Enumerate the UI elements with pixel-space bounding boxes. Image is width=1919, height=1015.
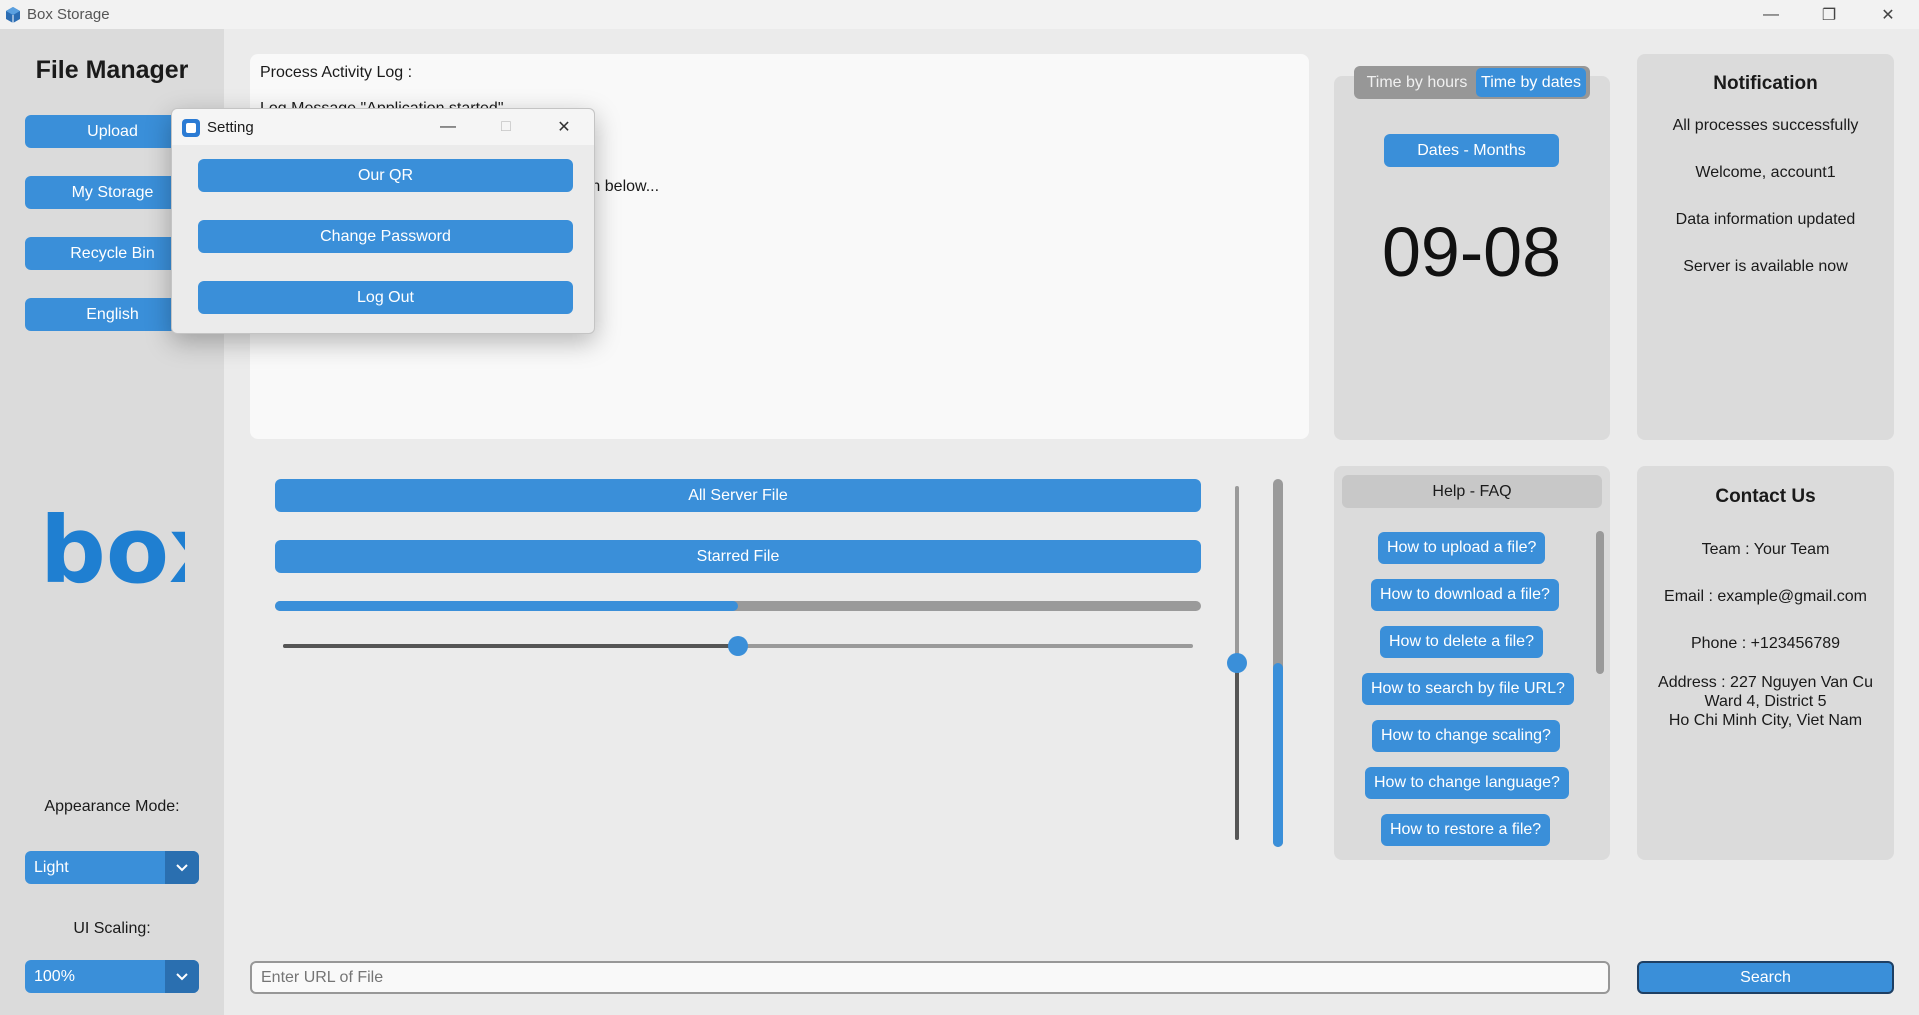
faq-delete-button[interactable]: How to delete a file? xyxy=(1380,626,1543,658)
faq-upload-button[interactable]: How to upload a file? xyxy=(1378,532,1546,564)
notification-item: All processes successfully xyxy=(1672,117,1859,134)
log-title: Process Activity Log : xyxy=(260,64,413,81)
change-password-button[interactable]: Change Password xyxy=(198,220,573,253)
vertical-slider-fill xyxy=(1235,663,1239,840)
contact-phone: Phone : +123456789 xyxy=(1690,635,1841,652)
box-logo: box xyxy=(40,510,185,590)
appearance-mode-label: Appearance Mode: xyxy=(44,798,180,815)
notification-panel xyxy=(1637,54,1894,440)
faq-download-button[interactable]: How to download a file? xyxy=(1371,579,1559,611)
appearance-mode-value: Light xyxy=(34,859,69,876)
faq-scaling-button[interactable]: How to change scaling? xyxy=(1372,720,1560,752)
tab-time-by-hours[interactable]: Time by hours xyxy=(1358,68,1476,97)
sidebar-title: File Manager xyxy=(35,56,189,84)
faq-scrollbar[interactable] xyxy=(1596,531,1604,674)
dialog-title: Setting xyxy=(207,119,254,136)
setting-dialog: Setting — □ ✕ Our QR Change Password Log… xyxy=(171,108,595,334)
faq-language-button[interactable]: How to change language? xyxy=(1365,767,1569,799)
close-icon[interactable]: ✕ xyxy=(1863,2,1913,28)
faq-title: Help - FAQ xyxy=(1342,475,1602,508)
horizontal-slider-handle[interactable] xyxy=(728,636,748,656)
title-bar xyxy=(0,0,1919,29)
dates-months-button[interactable]: Dates - Months xyxy=(1384,134,1559,167)
dialog-close-icon[interactable]: ✕ xyxy=(544,113,584,141)
restore-icon[interactable]: ❐ xyxy=(1804,2,1854,28)
horizontal-slider-fill xyxy=(283,644,738,648)
chevron-down-icon[interactable] xyxy=(165,960,199,993)
box-logo-text: box xyxy=(40,510,185,590)
contact-panel xyxy=(1637,466,1894,860)
contact-team: Team : Your Team xyxy=(1701,541,1830,558)
all-server-file-button[interactable]: All Server File xyxy=(275,479,1201,512)
dialog-maximize-icon: □ xyxy=(501,118,511,135)
contact-title: Contact Us xyxy=(1715,486,1816,507)
ui-scaling-label: UI Scaling: xyxy=(73,920,151,937)
search-button[interactable]: Search xyxy=(1637,961,1894,994)
contact-address-line2: Ward 4, District 5 xyxy=(1704,693,1827,710)
faq-panel xyxy=(1334,466,1610,860)
appearance-mode-dropdown[interactable]: Light xyxy=(25,851,199,884)
notification-title: Notification xyxy=(1713,73,1818,94)
date-display: 09-08 xyxy=(1381,213,1562,291)
box-app-icon xyxy=(6,7,20,23)
tab-time-by-dates[interactable]: Time by dates xyxy=(1476,68,1586,97)
contact-email: Email : example@gmail.com xyxy=(1664,588,1867,605)
vertical-progress-bar-fill xyxy=(1273,663,1283,847)
faq-restore-button[interactable]: How to restore a file? xyxy=(1381,814,1551,846)
our-qr-button[interactable]: Our QR xyxy=(198,159,573,192)
notification-item: Server is available now xyxy=(1683,258,1848,275)
ui-scaling-dropdown[interactable]: 100% xyxy=(25,960,199,993)
dialog-minimize-icon[interactable]: — xyxy=(428,113,468,141)
notification-item: Welcome, account1 xyxy=(1695,164,1836,181)
faq-search-url-button[interactable]: How to search by file URL? xyxy=(1362,673,1574,705)
log-out-button[interactable]: Log Out xyxy=(198,281,573,314)
chevron-down-icon[interactable] xyxy=(165,851,199,884)
url-search-input[interactable] xyxy=(250,961,1610,994)
contact-address-line3: Ho Chi Minh City, Viet Nam xyxy=(1668,712,1863,729)
minimize-icon[interactable]: — xyxy=(1746,2,1796,28)
vertical-slider-handle[interactable] xyxy=(1227,653,1247,673)
progress-bar-fill xyxy=(275,601,738,611)
ui-scaling-value: 100% xyxy=(34,968,75,985)
dialog-app-icon xyxy=(182,119,200,137)
contact-address-line1: Address : 227 Nguyen Van Cu xyxy=(1658,674,1873,691)
window-title: Box Storage xyxy=(27,6,110,23)
starred-file-button[interactable]: Starred File xyxy=(275,540,1201,573)
notification-item: Data information updated xyxy=(1675,211,1856,228)
